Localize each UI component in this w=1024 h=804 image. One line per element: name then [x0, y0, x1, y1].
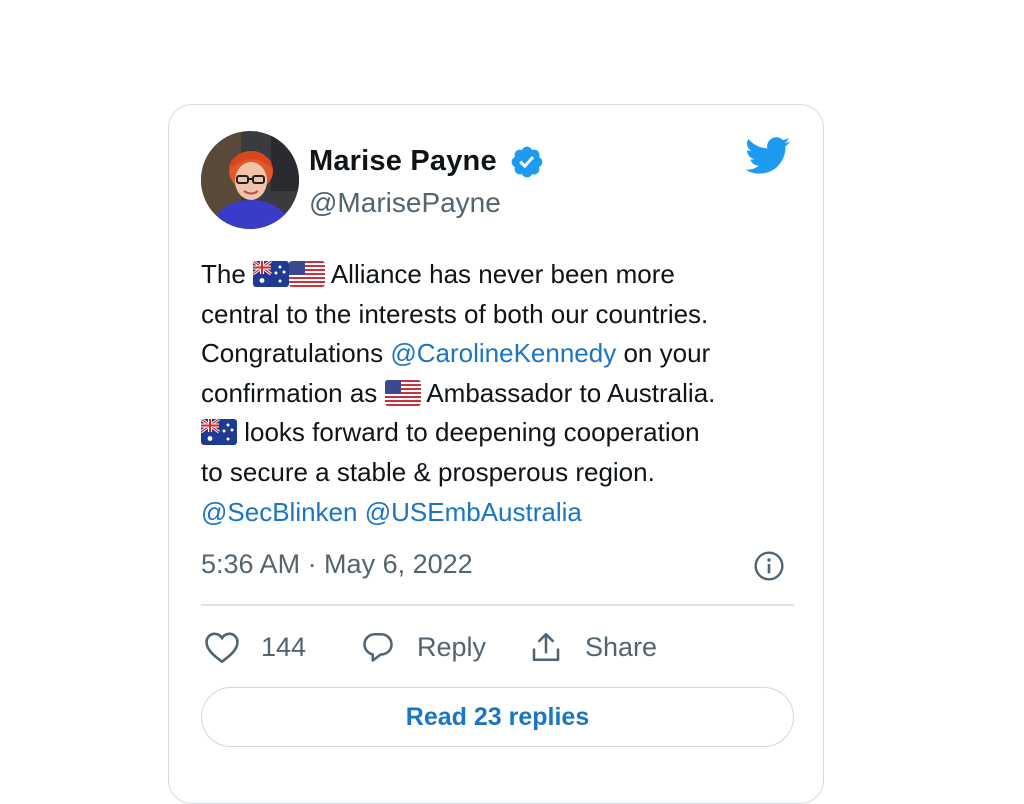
divider [201, 604, 794, 606]
tweet-line: central to the interests of both our cou… [201, 298, 709, 329]
like-count: 144 [261, 631, 307, 662]
reply-bubble-icon [363, 632, 393, 662]
mention-link-usembaustralia[interactable]: @USEmbAustralia [365, 497, 582, 527]
tweet-line: The Alliance has never been more [201, 255, 801, 295]
reply-label: Reply [417, 631, 487, 662]
heart-icon [205, 632, 239, 664]
tweet-text-segment: Ambassador to Australia. [426, 377, 716, 408]
mention-link-secblinken[interactable]: @SecBlinken [201, 497, 357, 527]
tweet-text: The Alliance has never been more central… [201, 255, 801, 532]
info-icon[interactable] [753, 550, 785, 582]
tweet-text-segment: on your [623, 338, 711, 369]
tweet-text-segment: The [201, 259, 246, 289]
tweet-text-segment: looks forward to deepening cooperation [244, 417, 700, 448]
read-replies-button[interactable]: Read 23 replies [201, 687, 794, 747]
author-avatar[interactable] [201, 131, 299, 229]
tweet-text-segment: confirmation as [201, 377, 378, 408]
tweet-line: Congratulations @CarolineKennedy on your [201, 334, 801, 374]
mention-link-caroline-kennedy[interactable]: @CarolineKennedy [390, 338, 616, 368]
tweet-line: looks forward to deepening cooperation [201, 413, 801, 453]
tweet-text-segment: Alliance has never been more [330, 259, 675, 289]
author-handle[interactable]: @MarisePayne [309, 187, 501, 219]
us-flag-icon [384, 379, 421, 406]
tweet-line: @SecBlinken @USEmbAustralia [201, 493, 801, 533]
share-button[interactable]: Share [527, 625, 657, 669]
twitter-bird-icon[interactable] [745, 137, 791, 175]
australia-flag-icon [201, 419, 237, 446]
australia-flag-icon [253, 261, 290, 287]
tweet-card: Marise Payne @MarisePayne The Alliance h… [168, 104, 824, 804]
tweet-text-segment: Congratulations [201, 338, 384, 369]
verified-badge-icon [511, 146, 543, 178]
tweet-line: to secure a stable & prosperous region. [201, 456, 655, 487]
us-flag-icon [289, 261, 326, 287]
author-display-name[interactable]: Marise Payne [309, 145, 497, 178]
like-button[interactable]: 144 [203, 625, 306, 669]
share-label: Share [585, 631, 658, 662]
reply-button[interactable]: Reply [359, 625, 486, 669]
share-upload-icon [532, 632, 560, 662]
tweet-timestamp[interactable]: 5:36 AM · May 6, 2022 [201, 549, 473, 580]
tweet-line: confirmation as Ambassador to Australia. [201, 374, 801, 414]
